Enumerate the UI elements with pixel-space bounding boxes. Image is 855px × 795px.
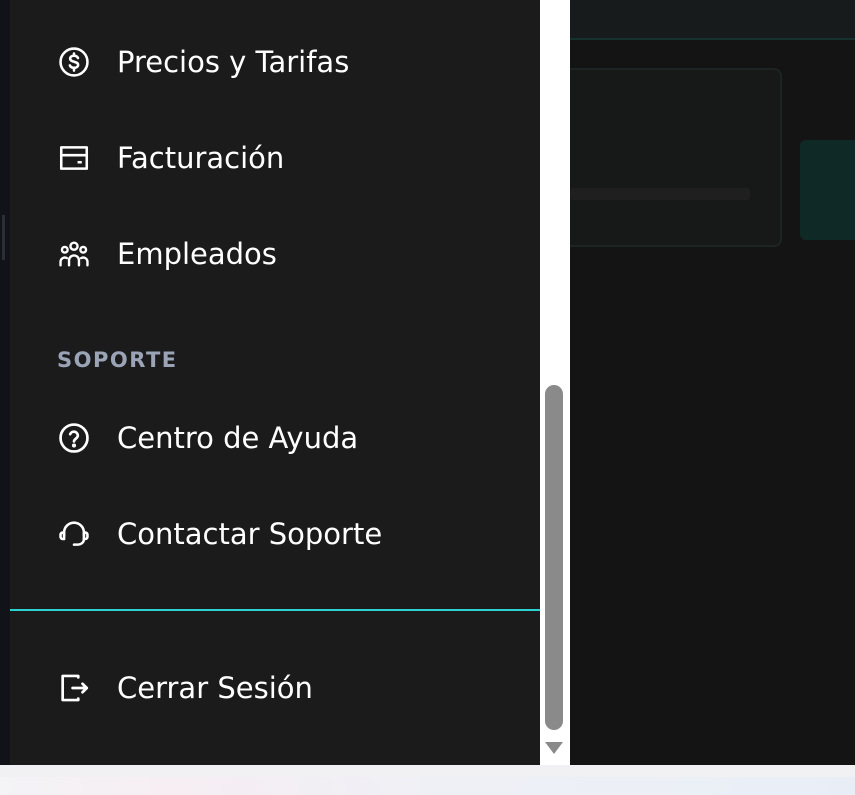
background-left-marker bbox=[2, 215, 5, 260]
nav-item-label: Contactar Soporte bbox=[117, 517, 383, 551]
nav-item-centro-ayuda[interactable]: Centro de Ayuda bbox=[56, 418, 358, 458]
nav-item-precios-tarifas[interactable]: Precios y Tarifas bbox=[56, 42, 349, 82]
navigation-drawer: Precios y Tarifas Facturación Empleados … bbox=[10, 0, 540, 765]
nav-item-label: Precios y Tarifas bbox=[117, 45, 350, 79]
app-page: Precios y Tarifas Facturación Empleados … bbox=[0, 0, 855, 795]
dollar-circle-icon bbox=[56, 44, 92, 80]
nav-item-label: Centro de Ayuda bbox=[117, 421, 359, 455]
headset-icon bbox=[56, 516, 92, 552]
scrollbar[interactable] bbox=[540, 0, 570, 765]
background-topbar bbox=[570, 0, 855, 40]
background-app bbox=[570, 0, 855, 765]
logout-icon bbox=[56, 670, 92, 706]
nav-item-label: Empleados bbox=[117, 237, 277, 271]
nav-item-empleados[interactable]: Empleados bbox=[56, 234, 277, 274]
nav-item-label: Facturación bbox=[117, 141, 285, 175]
background-button bbox=[800, 140, 855, 240]
nav-item-label: Cerrar Sesión bbox=[117, 671, 313, 705]
nav-item-facturacion[interactable]: Facturación bbox=[56, 138, 284, 178]
scroll-down-arrow-icon[interactable] bbox=[545, 742, 563, 754]
credit-card-icon bbox=[56, 140, 92, 176]
background-card bbox=[570, 68, 782, 247]
help-circle-icon bbox=[56, 420, 92, 456]
nav-item-contactar-soporte[interactable]: Contactar Soporte bbox=[56, 514, 382, 554]
logout-button[interactable]: Cerrar Sesión bbox=[56, 668, 313, 708]
users-group-icon bbox=[56, 236, 92, 272]
section-title-soporte: SOPORTE bbox=[57, 348, 178, 372]
background-card-text bbox=[570, 188, 750, 200]
background-left-strip bbox=[0, 0, 10, 765]
scrollbar-thumb[interactable] bbox=[545, 385, 563, 730]
browser-bottom-strip bbox=[0, 765, 855, 795]
drawer-divider bbox=[10, 609, 540, 611]
